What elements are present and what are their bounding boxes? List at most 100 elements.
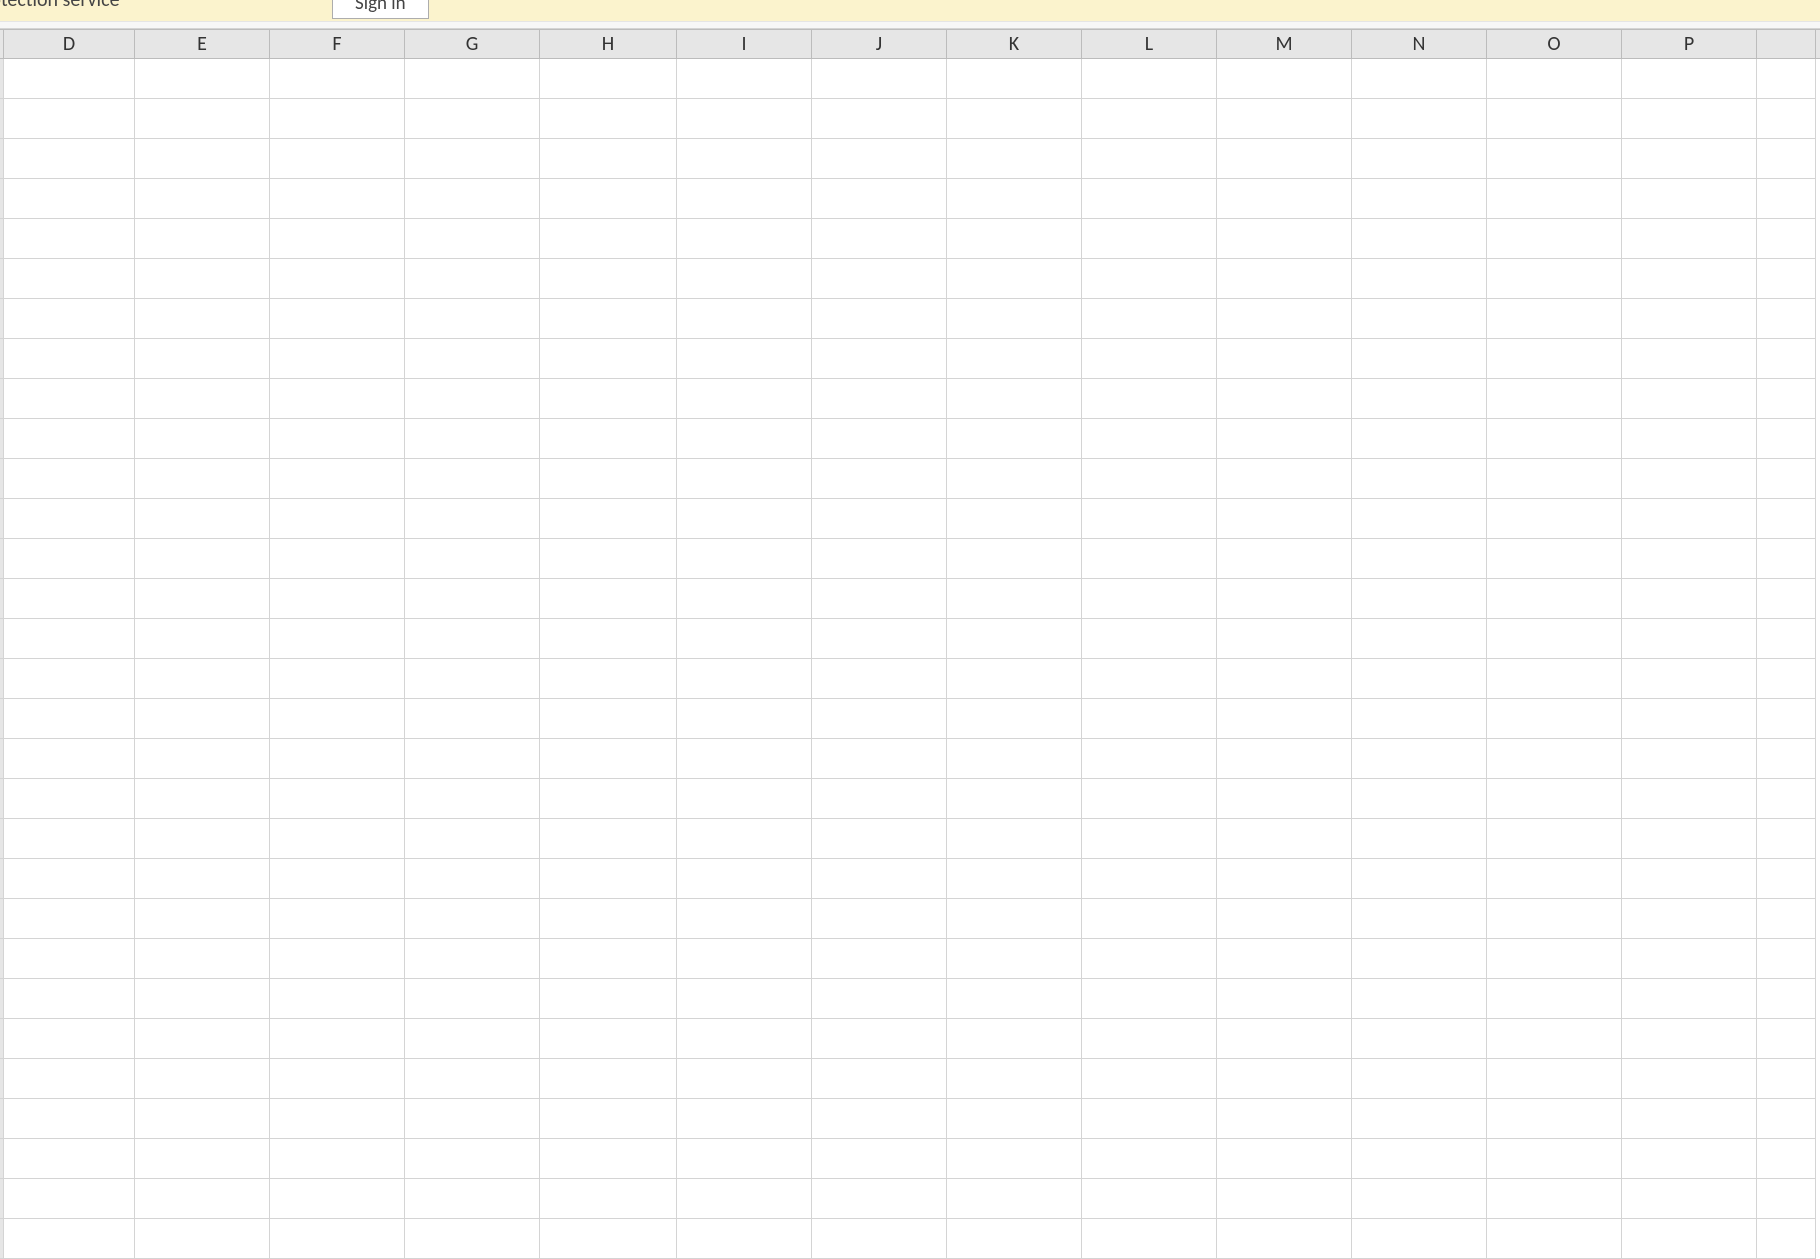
- grid-cell[interactable]: [1217, 699, 1352, 739]
- grid-cell[interactable]: [1217, 939, 1352, 979]
- grid-cell[interactable]: [1487, 579, 1622, 619]
- grid-cell[interactable]: [1217, 1219, 1352, 1259]
- column-header-p[interactable]: P: [1622, 30, 1757, 58]
- grid-cell[interactable]: [135, 299, 270, 339]
- grid-cell[interactable]: [1352, 219, 1487, 259]
- grid-cell[interactable]: [1622, 179, 1757, 219]
- grid-cell[interactable]: [947, 819, 1082, 859]
- grid-cell[interactable]: [1352, 99, 1487, 139]
- grid-cell[interactable]: [270, 299, 405, 339]
- grid-cell[interactable]: [1217, 619, 1352, 659]
- grid-cell[interactable]: [135, 139, 270, 179]
- grid-cell[interactable]: [540, 619, 677, 659]
- grid-cell[interactable]: [540, 539, 677, 579]
- grid-cell[interactable]: [1082, 1179, 1217, 1219]
- column-header-m[interactable]: M: [1217, 30, 1352, 58]
- grid-cell[interactable]: [1217, 1059, 1352, 1099]
- grid-cell[interactable]: [677, 1099, 812, 1139]
- grid-cell[interactable]: [812, 99, 947, 139]
- grid-cell[interactable]: [540, 339, 677, 379]
- grid-cell[interactable]: [1352, 739, 1487, 779]
- grid-cell[interactable]: [677, 939, 812, 979]
- grid-cell[interactable]: [4, 619, 135, 659]
- grid-cell[interactable]: [1487, 1019, 1622, 1059]
- grid-cell[interactable]: [677, 859, 812, 899]
- grid-cell[interactable]: [1082, 379, 1217, 419]
- grid-cell[interactable]: [812, 579, 947, 619]
- grid-cell[interactable]: [1217, 179, 1352, 219]
- grid-cell[interactable]: [135, 859, 270, 899]
- grid-cell[interactable]: [1352, 539, 1487, 579]
- grid-cell[interactable]: [540, 379, 677, 419]
- grid-cell[interactable]: [1622, 219, 1757, 259]
- grid-cell[interactable]: [1487, 979, 1622, 1019]
- grid-cell[interactable]: [1487, 899, 1622, 939]
- grid-cell[interactable]: [1352, 1219, 1487, 1259]
- grid-cell[interactable]: [1217, 459, 1352, 499]
- column-header-l[interactable]: L: [1082, 30, 1217, 58]
- grid-cell[interactable]: [812, 259, 947, 299]
- grid-cell[interactable]: [1217, 1139, 1352, 1179]
- grid-cell[interactable]: [1082, 979, 1217, 1019]
- grid-cell[interactable]: [1757, 1019, 1816, 1059]
- grid-cell[interactable]: [1622, 1139, 1757, 1179]
- grid-cell[interactable]: [1082, 659, 1217, 699]
- grid-cell[interactable]: [1082, 59, 1217, 99]
- grid-cell[interactable]: [1352, 339, 1487, 379]
- grid-cell[interactable]: [1622, 99, 1757, 139]
- grid-cell[interactable]: [1622, 1099, 1757, 1139]
- grid-cell[interactable]: [1352, 1099, 1487, 1139]
- grid-cell[interactable]: [1082, 779, 1217, 819]
- grid-cell[interactable]: [135, 259, 270, 299]
- grid-cell[interactable]: [405, 1179, 540, 1219]
- grid-cell[interactable]: [405, 939, 540, 979]
- grid-cell[interactable]: [812, 699, 947, 739]
- grid-cell[interactable]: [1757, 979, 1816, 1019]
- grid-cell[interactable]: [1622, 339, 1757, 379]
- grid-cell[interactable]: [135, 539, 270, 579]
- grid-cell[interactable]: [135, 899, 270, 939]
- grid-cell[interactable]: [135, 1019, 270, 1059]
- grid-cell[interactable]: [4, 419, 135, 459]
- grid-cell[interactable]: [1352, 819, 1487, 859]
- grid-cell[interactable]: [1622, 619, 1757, 659]
- grid-cell[interactable]: [1757, 659, 1816, 699]
- grid-cell[interactable]: [405, 859, 540, 899]
- grid-cell[interactable]: [4, 1139, 135, 1179]
- grid-cell[interactable]: [135, 939, 270, 979]
- grid-cell[interactable]: [135, 819, 270, 859]
- grid-cell[interactable]: [947, 1139, 1082, 1179]
- grid-cell[interactable]: [677, 1059, 812, 1099]
- grid-cell[interactable]: [947, 219, 1082, 259]
- grid-cell[interactable]: [1757, 1099, 1816, 1139]
- grid-cell[interactable]: [812, 779, 947, 819]
- grid-cell[interactable]: [947, 699, 1082, 739]
- grid-cell[interactable]: [812, 339, 947, 379]
- grid-cell[interactable]: [1622, 299, 1757, 339]
- grid-cell[interactable]: [947, 899, 1082, 939]
- grid-cell[interactable]: [1082, 619, 1217, 659]
- grid-cell[interactable]: [4, 699, 135, 739]
- column-header-h[interactable]: H: [540, 30, 677, 58]
- grid-cell[interactable]: [1487, 499, 1622, 539]
- grid-cell[interactable]: [1487, 139, 1622, 179]
- grid-cell[interactable]: [135, 339, 270, 379]
- grid-cell[interactable]: [405, 379, 540, 419]
- grid-cell[interactable]: [405, 1219, 540, 1259]
- grid-cell[interactable]: [135, 99, 270, 139]
- grid-cell[interactable]: [270, 1099, 405, 1139]
- grid-cell[interactable]: [1757, 779, 1816, 819]
- grid-cell[interactable]: [4, 299, 135, 339]
- grid-cell[interactable]: [812, 1019, 947, 1059]
- grid-cell[interactable]: [1757, 859, 1816, 899]
- grid-cell[interactable]: [1352, 59, 1487, 99]
- grid-cell[interactable]: [135, 459, 270, 499]
- grid-cell[interactable]: [1082, 939, 1217, 979]
- grid-cell[interactable]: [540, 659, 677, 699]
- grid-cell[interactable]: [270, 1139, 405, 1179]
- grid-cell[interactable]: [812, 1179, 947, 1219]
- column-header-k[interactable]: K: [947, 30, 1082, 58]
- grid-cell[interactable]: [270, 939, 405, 979]
- grid-cell[interactable]: [1757, 739, 1816, 779]
- grid-cell[interactable]: [1487, 59, 1622, 99]
